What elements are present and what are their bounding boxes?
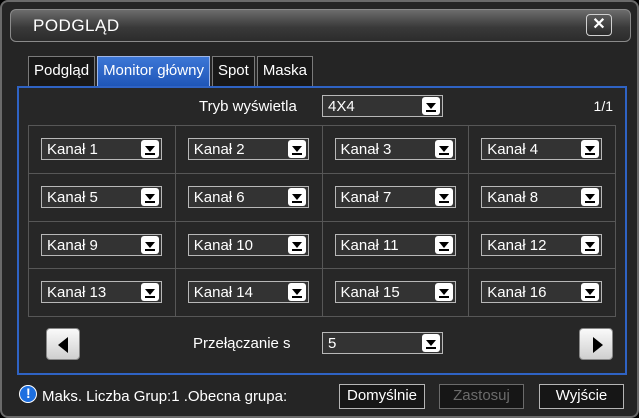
channel-cell: Kanał 14	[175, 269, 323, 317]
channel-select[interactable]: Kanał 2	[187, 138, 309, 160]
chevron-down-icon	[434, 140, 453, 158]
channel-value: Kanał 10	[193, 236, 253, 254]
footer-bar: Maks. Liczba Grup:1 .Obecna grupa: Domyś…	[2, 382, 637, 412]
channel-select[interactable]: Kanał 1	[41, 138, 162, 160]
chevron-down-icon	[141, 187, 159, 206]
arrow-left-icon	[58, 337, 68, 353]
apply-button[interactable]: Zastosuj	[439, 384, 524, 409]
chevron-down-icon	[434, 283, 453, 302]
channel-select[interactable]: Kanał 11	[334, 233, 456, 256]
channel-cell: Kanał 1	[29, 126, 176, 174]
channel-select[interactable]: Kanał 15	[334, 281, 456, 304]
channel-select[interactable]: Kanał 13	[41, 281, 162, 304]
chevron-down-icon	[422, 97, 440, 115]
main-monitor-panel: Tryb wyświetla 4X4 1/1 Kanał 1 Kanał 2 K…	[17, 86, 627, 375]
channel-select[interactable]: Kanał 5	[41, 185, 162, 208]
channel-value: Kanał 1	[47, 141, 98, 158]
channel-cell: Kanał 5	[29, 173, 176, 222]
chevron-down-icon	[141, 235, 159, 254]
chevron-down-icon	[434, 187, 453, 206]
tab-bar: Podgląd Monitor główny Spot Maska	[28, 56, 315, 86]
chevron-down-icon	[422, 334, 440, 352]
display-mode-value: 4X4	[328, 98, 355, 115]
channel-cell: Kanał 3	[322, 126, 470, 174]
channel-value: Kanał 4	[487, 141, 539, 158]
channel-cell: Kanał 15	[322, 269, 470, 317]
channel-cell: Kanał 8	[469, 173, 616, 222]
chevron-down-icon	[581, 235, 600, 254]
channel-select[interactable]: Kanał 3	[334, 138, 456, 160]
tab-mask[interactable]: Maska	[256, 56, 313, 86]
chevron-down-icon	[141, 283, 159, 302]
switching-time-label: Przełączanie s	[193, 335, 291, 352]
channel-select[interactable]: Kanał 14	[187, 281, 309, 304]
channel-value: Kanał 3	[340, 141, 392, 158]
channel-grid: Kanał 1 Kanał 2 Kanał 3 Kanał 4 Kanał 5 …	[28, 125, 616, 317]
info-icon	[19, 385, 37, 403]
switching-time-value: 5	[328, 335, 337, 352]
channel-value: Kanał 16	[487, 284, 547, 302]
channel-select[interactable]: Kanał 9	[41, 233, 162, 256]
channel-select[interactable]: Kanał 10	[187, 233, 309, 256]
channel-select[interactable]: Kanał 7	[334, 185, 456, 208]
group-status-text: Maks. Liczba Grup:1 .Obecna grupa:	[42, 388, 288, 405]
default-button[interactable]: Domyślnie	[339, 384, 425, 409]
channel-cell: Kanał 13	[29, 269, 176, 317]
channel-value: Kanał 5	[47, 188, 98, 206]
channel-cell: Kanał 6	[175, 173, 323, 222]
next-page-button[interactable]	[579, 328, 613, 360]
channel-cell: Kanał 12	[469, 221, 616, 270]
chevron-down-icon	[287, 140, 306, 158]
channel-value: Kanał 14	[193, 284, 253, 302]
tab-preview[interactable]: Podgląd	[28, 56, 96, 86]
arrow-right-icon	[593, 337, 603, 353]
channel-value: Kanał 7	[340, 188, 392, 206]
chevron-down-icon	[287, 187, 306, 206]
chevron-down-icon	[581, 187, 600, 206]
channel-value: Kanał 13	[47, 284, 107, 302]
channel-value: Kanał 6	[193, 188, 245, 206]
channel-cell: Kanał 11	[322, 221, 470, 270]
channel-select[interactable]: Kanał 6	[187, 185, 309, 208]
channel-select[interactable]: Kanał 8	[481, 185, 603, 208]
channel-value: Kanał 9	[47, 236, 98, 254]
channel-cell: Kanał 4	[469, 126, 616, 174]
main-monitor-dialog: PODGLĄD ✕ Podgląd Monitor główny Spot Ma…	[0, 0, 639, 418]
chevron-down-icon	[581, 140, 600, 158]
channel-value: Kanał 15	[340, 284, 400, 302]
channel-value: Kanał 12	[487, 236, 547, 254]
display-mode-select[interactable]: 4X4	[322, 95, 443, 117]
chevron-down-icon	[141, 140, 159, 158]
tab-spot[interactable]: Spot	[211, 56, 255, 86]
channel-value: Kanał 8	[487, 188, 539, 206]
channel-cell: Kanał 2	[175, 126, 323, 174]
channel-select[interactable]: Kanał 4	[481, 138, 603, 160]
tab-main-monitor[interactable]: Monitor główny	[97, 56, 210, 86]
exit-button[interactable]: Wyjście	[539, 384, 624, 409]
channel-select[interactable]: Kanał 16	[481, 281, 603, 304]
channel-cell: Kanał 9	[29, 221, 176, 270]
chevron-down-icon	[581, 283, 600, 302]
chevron-down-icon	[287, 283, 306, 302]
chevron-down-icon	[434, 235, 453, 254]
page-indicator: 1/1	[593, 98, 613, 114]
previous-page-button[interactable]	[46, 328, 80, 360]
switching-time-select[interactable]: 5	[322, 332, 443, 354]
channel-cell: Kanał 10	[175, 221, 323, 270]
close-button[interactable]: ✕	[586, 14, 612, 36]
channel-cell: Kanał 16	[469, 269, 616, 317]
chevron-down-icon	[287, 235, 306, 254]
title-bar: PODGLĄD ✕	[10, 9, 631, 42]
close-icon: ✕	[592, 16, 606, 33]
window-title: PODGLĄD	[33, 16, 120, 35]
channel-value: Kanał 11	[340, 236, 399, 254]
channel-cell: Kanał 7	[322, 173, 470, 222]
display-mode-label: Tryb wyświetla	[199, 98, 297, 115]
channel-select[interactable]: Kanał 12	[481, 233, 603, 256]
channel-value: Kanał 2	[193, 141, 245, 158]
